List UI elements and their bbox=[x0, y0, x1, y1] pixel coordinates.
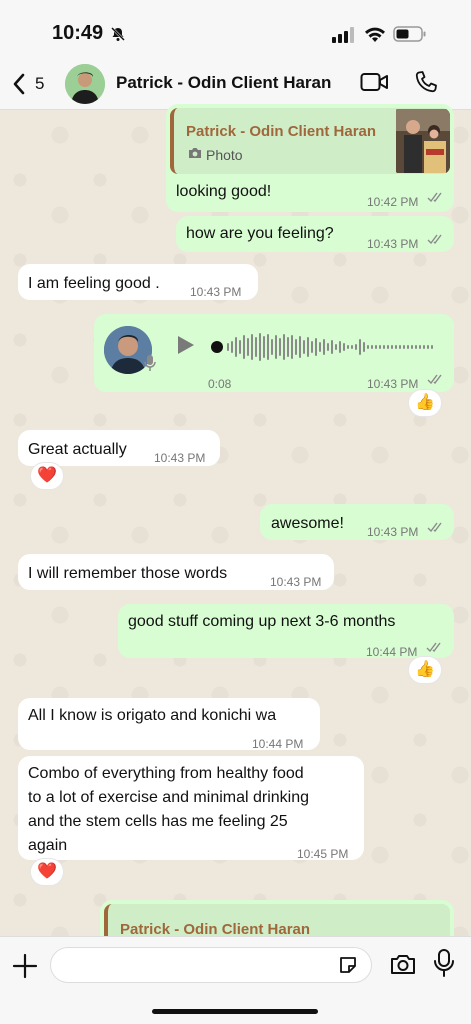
message-input[interactable] bbox=[50, 947, 372, 983]
voice-waveform[interactable] bbox=[210, 332, 438, 362]
message-text: I am feeling good . bbox=[28, 275, 160, 292]
message-bubble-outgoing[interactable]: good stuff coming up next 3-6 months 10:… bbox=[118, 604, 454, 659]
back-unread-count[interactable]: 5 bbox=[35, 74, 44, 94]
message-time: 10:44 PM bbox=[252, 737, 304, 751]
chat-header: 5 Patrick - Odin Client Haran bbox=[0, 58, 471, 110]
quoted-type: Photo bbox=[206, 147, 243, 163]
message-composer bbox=[0, 936, 471, 1024]
camera-small-icon bbox=[189, 148, 201, 158]
message-text: All I know is origato and konichi wa bbox=[28, 707, 277, 724]
status-time: 10:49 bbox=[52, 22, 104, 44]
message-text: looking good! bbox=[176, 183, 272, 200]
camera-icon[interactable] bbox=[390, 953, 416, 975]
message-text-line: to a lot of exercise and minimal drinkin… bbox=[28, 789, 310, 806]
back-chevron-icon[interactable] bbox=[10, 72, 28, 96]
plus-icon[interactable] bbox=[12, 953, 38, 979]
message-time: 10:43 PM bbox=[270, 575, 322, 589]
reaction-badge[interactable]: 👍 bbox=[408, 389, 442, 417]
contact-avatar[interactable] bbox=[65, 64, 105, 104]
message-time: 10:43 PM bbox=[367, 237, 419, 251]
mute-bell-icon bbox=[111, 27, 125, 41]
message-time: 10:44 PM bbox=[366, 645, 418, 659]
message-bubble-incoming[interactable]: I will remember those words 10:43 PM bbox=[18, 554, 334, 590]
reaction-badge[interactable]: 👍 bbox=[408, 656, 442, 684]
message-text: how are you feeling? bbox=[186, 225, 334, 242]
status-bar: 10:49 bbox=[0, 0, 471, 58]
message-bubble-outgoing[interactable]: Patrick - Odin Client Haran Photo lookin… bbox=[166, 104, 454, 212]
message-time: 10:42 PM bbox=[367, 195, 419, 209]
message-text: awesome! bbox=[271, 515, 344, 532]
message-bubble-outgoing[interactable]: how are you feeling? 10:43 PM bbox=[176, 216, 454, 252]
reaction-badge[interactable]: ❤️ bbox=[30, 462, 64, 490]
phone-call-icon[interactable] bbox=[414, 70, 438, 94]
voice-message-bubble[interactable]: 0:08 10:43 PM bbox=[94, 314, 454, 392]
message-time: 10:43 PM bbox=[367, 377, 419, 391]
message-bubble-incoming[interactable]: I am feeling good . 10:43 PM bbox=[18, 264, 258, 300]
battery-icon bbox=[393, 26, 426, 42]
message-bubble-incoming[interactable]: All I know is origato and konichi wa 10:… bbox=[18, 698, 320, 751]
quoted-sender: Patrick - Odin Client Haran bbox=[186, 123, 377, 140]
message-time: 10:43 PM bbox=[367, 525, 419, 539]
message-text-line: Combo of everything from healthy food bbox=[28, 765, 304, 782]
message-time: 10:43 PM bbox=[190, 285, 242, 299]
delivered-ticks-icon bbox=[426, 642, 441, 652]
delivered-ticks-icon bbox=[427, 522, 442, 532]
contact-name[interactable]: Patrick - Odin Client Haran bbox=[116, 73, 331, 93]
message-bubble-incoming[interactable]: Combo of everything from healthy food to… bbox=[18, 756, 364, 861]
message-text-line: and the stem cells has me feeling 25 bbox=[28, 813, 288, 830]
message-bubble-incoming[interactable]: Great actually 10:43 PM bbox=[18, 430, 220, 466]
wifi-icon bbox=[365, 27, 385, 42]
signal-icon bbox=[332, 27, 354, 43]
delivered-ticks-icon bbox=[427, 234, 442, 244]
microphone-icon[interactable] bbox=[434, 949, 454, 977]
play-icon[interactable] bbox=[176, 334, 196, 356]
message-bubble-outgoing[interactable]: awesome! 10:43 PM bbox=[260, 504, 454, 540]
quoted-message[interactable]: Patrick - Odin Client Haran Photo bbox=[170, 108, 450, 174]
message-text-line: again bbox=[28, 837, 68, 854]
microphone-small-icon bbox=[144, 355, 156, 371]
message-time: 10:45 PM bbox=[297, 847, 349, 861]
message-text: I will remember those words bbox=[28, 565, 228, 582]
video-call-icon[interactable] bbox=[360, 71, 390, 93]
quoted-photo-thumbnail bbox=[396, 109, 450, 173]
sticker-icon[interactable] bbox=[338, 955, 358, 975]
voice-duration: 0:08 bbox=[208, 377, 232, 391]
reaction-badge[interactable]: ❤️ bbox=[30, 858, 64, 886]
delivered-ticks-icon bbox=[427, 374, 442, 384]
message-time: 10:43 PM bbox=[154, 451, 206, 465]
message-text: Great actually bbox=[28, 441, 127, 458]
delivered-ticks-icon bbox=[427, 192, 442, 202]
home-indicator[interactable] bbox=[152, 1009, 318, 1014]
message-text: good stuff coming up next 3-6 months bbox=[128, 613, 396, 630]
